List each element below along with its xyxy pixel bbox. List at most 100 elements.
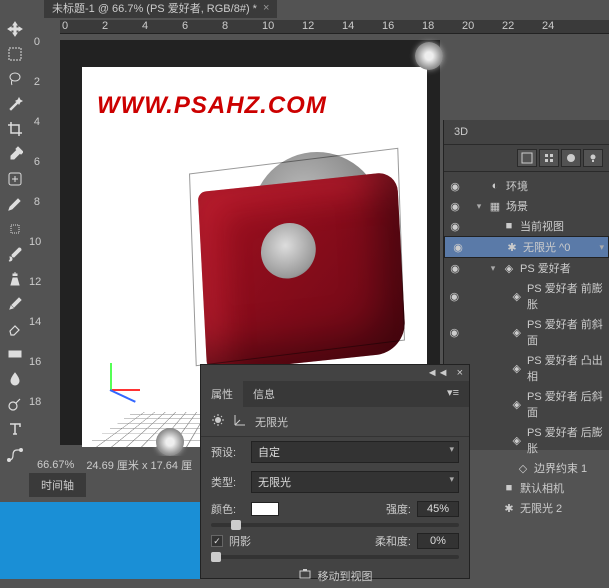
tree-item-label: PS 爱好者 前膨胀 — [527, 280, 605, 312]
intensity-slider[interactable] — [211, 523, 459, 527]
tree-item-label: 默认相机 — [520, 480, 564, 496]
tab-info[interactable]: 信息 — [243, 381, 285, 407]
tree-item-label: PS 爱好者 后斜面 — [527, 388, 605, 420]
move-tool[interactable] — [4, 18, 26, 40]
mesh-icon: ◈ — [510, 433, 523, 447]
close-panel-icon[interactable]: × — [457, 367, 463, 379]
pen-tool[interactable] — [4, 193, 26, 215]
light-type-label: 无限光 — [255, 414, 288, 430]
tree-item-label: 边界约束 1 — [534, 460, 587, 476]
tab-properties[interactable]: 属性 — [201, 381, 243, 407]
shadow-checkbox[interactable]: ✓ — [211, 535, 223, 547]
visibility-icon[interactable]: ◉ — [448, 179, 462, 193]
tree-item-label: PS 爱好者 — [520, 260, 571, 276]
close-icon[interactable]: × — [263, 2, 269, 14]
tree-row[interactable]: ◉◈PS 爱好者 前斜面 — [444, 314, 609, 350]
tree-row[interactable]: ◉ ✱ 无限光 ^0 — [444, 236, 609, 258]
marquee-tool[interactable] — [4, 43, 26, 65]
panel-menu-icon[interactable]: ▾≡ — [437, 381, 469, 407]
eraser-tool[interactable] — [4, 318, 26, 340]
history-brush-tool[interactable] — [4, 293, 26, 315]
visibility-icon[interactable]: ◉ — [448, 199, 462, 213]
filter-light-icon[interactable] — [583, 149, 603, 167]
document-tab[interactable]: 未标题-1 @ 66.7% (PS 爱好者, RGB/8#) * × — [44, 0, 277, 18]
mesh-icon: ◈ — [510, 361, 523, 375]
lasso-tool[interactable] — [4, 68, 26, 90]
collapse-icon[interactable]: ◄◄ — [427, 367, 449, 379]
softness-slider[interactable] — [211, 555, 459, 559]
status-bar: 66.67% 24.69 厘米 x 17.64 厘 — [29, 456, 200, 474]
camera-icon: ■ — [502, 481, 516, 495]
visibility-icon[interactable]: ◉ — [448, 289, 461, 303]
left-toolbar — [0, 16, 29, 579]
coords-icon[interactable] — [233, 413, 247, 430]
blur-tool[interactable] — [4, 368, 26, 390]
filter-mesh-icon[interactable] — [539, 149, 559, 167]
constraint-icon: ◇ — [516, 461, 530, 475]
tree-item-label: 环境 — [506, 178, 528, 194]
panel-properties: ◄◄ × 属性 信息 ▾≡ 无限光 预设: 自定 类型: 无限光 颜色: 强度:… — [200, 364, 470, 579]
env-icon: ◐ — [488, 179, 502, 193]
color-label: 颜色: — [211, 501, 245, 517]
clone-tool[interactable] — [4, 268, 26, 290]
color-swatch[interactable] — [251, 502, 279, 516]
crop-tool[interactable] — [4, 118, 26, 140]
preset-label: 预设: — [211, 444, 245, 460]
visibility-icon[interactable]: ◉ — [448, 261, 462, 275]
dodge-tool[interactable] — [4, 393, 26, 415]
ruler-horizontal: 024681012141618202224 — [60, 20, 609, 34]
light-widget-2[interactable] — [156, 428, 184, 456]
chevron-icon[interactable]: ▾ — [474, 201, 484, 212]
visibility-icon[interactable]: ◉ — [451, 240, 465, 254]
axis-z[interactable] — [110, 389, 136, 403]
filter-material-icon[interactable] — [561, 149, 581, 167]
tree-item-label: 场景 — [506, 198, 528, 214]
intensity-input[interactable]: 45% — [417, 501, 459, 517]
light-icon: ✱ — [505, 240, 519, 254]
type-label: 类型: — [211, 474, 245, 490]
mesh-icon: ◈ — [502, 261, 516, 275]
softness-input[interactable]: 0% — [417, 533, 459, 549]
intensity-label: 强度: — [386, 501, 411, 517]
tree-row[interactable]: ◉ ▾ ◈ PS 爱好者 — [444, 258, 609, 278]
eyedropper-tool[interactable] — [4, 143, 26, 165]
panel-3d-title[interactable]: 3D — [444, 120, 609, 144]
tree-row[interactable]: ◉■当前视图 — [444, 216, 609, 236]
camera-icon: ■ — [502, 219, 516, 233]
softness-label: 柔和度: — [375, 533, 411, 549]
tree-item-label: 无限光 2 — [520, 500, 562, 516]
ruler-vertical: 024681012141618 — [29, 34, 60, 469]
cloth-shape — [198, 171, 406, 372]
zoom-level[interactable]: 66.67% — [37, 459, 74, 471]
light-widget-1[interactable] — [415, 42, 443, 70]
wand-tool[interactable] — [4, 93, 26, 115]
healing-tool[interactable] — [4, 168, 26, 190]
mesh-icon: ◈ — [510, 397, 523, 411]
type-select[interactable]: 无限光 — [251, 471, 459, 493]
path-tool[interactable] — [4, 443, 26, 465]
tree-item-label: 无限光 ^0 — [523, 239, 570, 255]
tree-row[interactable]: ◉ ▾ ▦ 场景 — [444, 196, 609, 216]
tree-row[interactable]: ◉ ◐ 环境 — [444, 176, 609, 196]
preset-select[interactable]: 自定 — [251, 441, 459, 463]
gradient-tool[interactable] — [4, 343, 26, 365]
move-to-view-icon[interactable] — [298, 567, 312, 584]
axis-y[interactable] — [110, 363, 112, 391]
visibility-icon[interactable]: ◉ — [448, 325, 461, 339]
light-icon: ✱ — [502, 501, 516, 515]
move-to-view-label[interactable]: 移动到视图 — [318, 568, 373, 584]
chevron-icon[interactable]: ▾ — [488, 263, 498, 274]
brush-tool[interactable] — [4, 243, 26, 265]
shadow-label: 阴影 — [229, 533, 251, 549]
type-tool[interactable] — [4, 418, 26, 440]
measure-tool[interactable] — [4, 218, 26, 240]
timeline-tab[interactable]: 时间轴 — [29, 473, 86, 497]
tree-row[interactable]: ◉◈PS 爱好者 前膨胀 — [444, 278, 609, 314]
mesh-icon: ◈ — [510, 325, 523, 339]
filter-scene-icon[interactable] — [517, 149, 537, 167]
doc-dimensions: 24.69 厘米 x 17.64 厘 — [86, 457, 192, 473]
visibility-icon[interactable]: ◉ — [448, 219, 462, 233]
3d-object[interactable] — [172, 152, 412, 362]
scene-icon: ▦ — [488, 199, 502, 213]
tree-item-label: PS 爱好者 后膨胀 — [527, 424, 605, 456]
